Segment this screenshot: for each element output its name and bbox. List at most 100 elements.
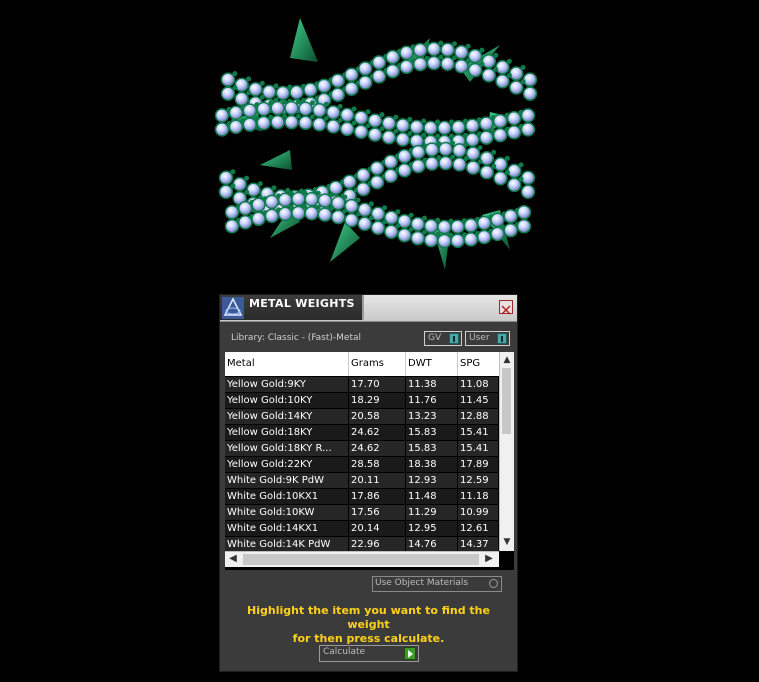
dwt-cell: 15.83 <box>406 425 457 440</box>
metal-cell: White Gold:10KX1 <box>225 489 348 504</box>
gem-stone <box>291 191 306 207</box>
gem-stone <box>381 129 397 145</box>
prong-bead <box>407 130 413 136</box>
gem-stone <box>289 85 304 100</box>
gem-stone <box>220 86 236 101</box>
gem-stone <box>463 232 479 247</box>
gem-stone <box>298 115 313 131</box>
table-row[interactable]: White Gold:10KX1 17.86 11.48 11.18 <box>225 489 499 505</box>
use-object-materials-label: Use Object Materials <box>375 578 469 588</box>
gv-toggle[interactable]: GV <box>424 331 462 346</box>
prong-bead <box>393 128 399 134</box>
prong-bead <box>450 154 455 160</box>
scroll-left-icon[interactable]: ◀ <box>225 552 241 566</box>
metal-table[interactable]: Metal Grams DWT SPG Yellow Gold:9KY 17.70… <box>225 352 514 570</box>
gem-stone <box>509 66 524 81</box>
metal-weights-panel: METAL WEIGHTS Library: Classic - (Fast)-… <box>219 294 518 672</box>
gem-stone <box>218 170 234 186</box>
gem-stone <box>399 59 414 75</box>
prong-bead <box>368 201 374 207</box>
column-header-grams[interactable]: Grams <box>349 352 406 376</box>
prong-bead <box>365 123 371 129</box>
gem-stone <box>234 77 249 93</box>
gem-stone <box>353 110 369 125</box>
gem-stone <box>423 120 438 136</box>
gem-stone <box>467 62 483 78</box>
column-header-spg[interactable]: SPG <box>458 352 499 376</box>
gem-stone <box>520 184 536 200</box>
gem-stone <box>479 165 495 180</box>
gem-stone <box>330 209 346 225</box>
prong-bead <box>259 80 265 86</box>
gem-stone <box>224 204 240 220</box>
gem-stone <box>385 63 400 79</box>
gem-stone <box>383 168 398 184</box>
vertical-scroll-thumb[interactable] <box>502 368 511 434</box>
prong-bead <box>230 169 236 175</box>
matrix-logo-icon <box>222 297 244 319</box>
gem-stone <box>256 101 271 117</box>
grams-cell: 17.56 <box>349 505 405 520</box>
prong-bead <box>408 226 414 232</box>
gem-stone <box>353 124 369 139</box>
gem-stone <box>493 157 508 172</box>
use-object-materials-option[interactable]: Use Object Materials <box>372 576 502 592</box>
table-row[interactable]: Yellow Gold:14KY 20.58 13.23 12.88 <box>225 409 499 425</box>
gem-stone <box>520 170 536 186</box>
metal-cell: Yellow Gold:14KY <box>225 409 348 424</box>
horizontal-scroll-thumb[interactable] <box>243 554 479 565</box>
prong-bead <box>337 103 343 109</box>
3d-viewport[interactable] <box>0 0 759 292</box>
table-row[interactable]: White Gold:14KX1 20.14 12.95 12.61 <box>225 521 499 537</box>
ring-spike <box>290 18 318 62</box>
spg-cell: 11.08 <box>458 377 498 392</box>
gem-stone <box>481 54 497 69</box>
scroll-down-icon[interactable]: ▼ <box>500 535 514 549</box>
scroll-up-icon[interactable]: ▲ <box>500 353 514 367</box>
gem-stone <box>220 72 236 87</box>
gem-stone <box>454 44 469 60</box>
user-toggle[interactable]: User <box>465 331 510 346</box>
table-row[interactable]: White Gold:10KW 17.56 11.29 10.99 <box>225 505 499 521</box>
gem-stone <box>369 160 385 176</box>
table-row[interactable]: Yellow Gold:22KY 28.58 18.38 17.89 <box>225 457 499 473</box>
panel-titlebar[interactable]: METAL WEIGHTS <box>220 295 517 322</box>
gem-stone <box>507 163 522 179</box>
prong-bead <box>520 65 526 70</box>
gem-stone <box>507 177 522 193</box>
close-button[interactable] <box>499 300 513 315</box>
gem-stone <box>275 85 291 101</box>
gem-stone <box>246 182 261 197</box>
prong-bead <box>452 41 457 47</box>
calculate-button[interactable]: Calculate <box>319 645 419 662</box>
gem-stone <box>242 103 258 118</box>
gem-stone <box>356 181 371 197</box>
prong-bead <box>257 181 263 187</box>
table-row[interactable]: White Gold:9K PdW 20.11 12.93 12.59 <box>225 473 499 489</box>
horizontal-scrollbar[interactable]: ◀ ▶ <box>225 551 499 567</box>
prong-bead <box>493 66 499 72</box>
gem-stone <box>367 113 383 128</box>
gem-stone <box>358 75 373 90</box>
gem-stone <box>503 208 518 224</box>
gem-stone <box>516 204 532 220</box>
table-row[interactable]: Yellow Gold:18KY 24.62 15.83 15.41 <box>225 425 499 441</box>
radio-icon[interactable] <box>489 579 498 588</box>
table-row[interactable]: Yellow Gold:10KY 18.29 11.76 11.45 <box>225 393 499 409</box>
prong-bead <box>323 101 329 107</box>
prong-bead <box>368 215 374 221</box>
grams-cell: 22.96 <box>349 537 405 552</box>
grams-cell: 20.11 <box>349 473 405 488</box>
column-header-dwt[interactable]: DWT <box>406 352 458 376</box>
column-header-metal[interactable]: Metal <box>225 352 349 376</box>
gem-stone <box>339 107 355 123</box>
vertical-scrollbar[interactable]: ▲ ▼ <box>499 352 514 551</box>
gem-stone <box>520 108 536 123</box>
gem-stone <box>277 206 293 222</box>
scroll-right-icon[interactable]: ▶ <box>481 552 497 566</box>
table-row[interactable]: Yellow Gold:9KY 17.70 11.38 11.08 <box>225 377 499 393</box>
table-row[interactable]: Yellow Gold:18KY R... 24.62 15.83 15.41 <box>225 441 499 457</box>
gem-stone <box>450 233 465 248</box>
prong-bead <box>382 205 388 211</box>
metal-cell: Yellow Gold:18KY R... <box>225 441 348 456</box>
